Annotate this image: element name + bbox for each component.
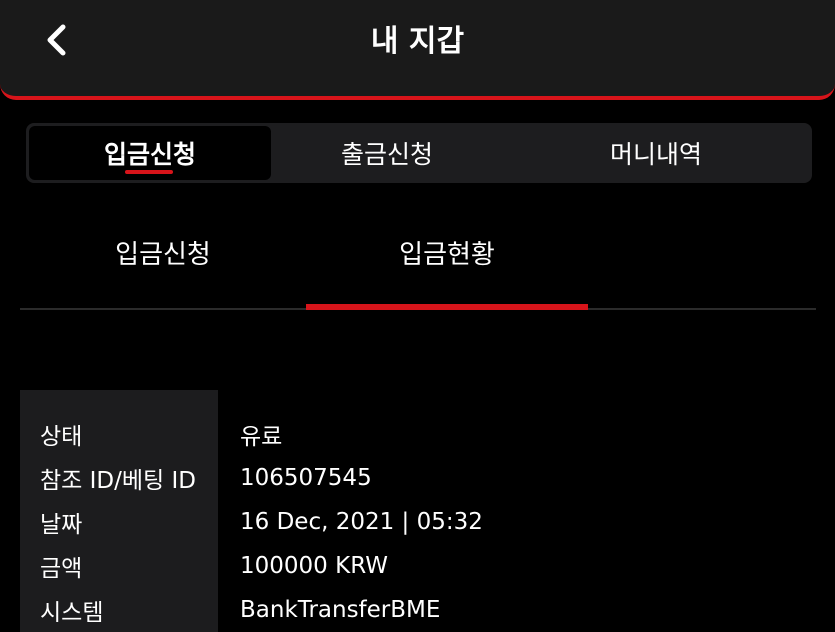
detail-label: 참조 ID/베팅 ID: [40, 468, 196, 494]
tab-label: 머니내역: [609, 140, 702, 169]
tab-label: 출금신청: [340, 140, 433, 169]
sub-tab-bar: 입금신청 입금현황: [20, 210, 816, 310]
detail-value: BankTransferBME: [240, 597, 441, 623]
wallet-page: 내 지갑 입금신청 출금신청 머니내역 입금신청 입금현황 상태 유료 참조 I…: [0, 0, 835, 632]
detail-value: 16 Dec, 2021 | 05:32: [240, 509, 483, 535]
detail-row-amount: 금액 100000 KRW: [20, 544, 816, 588]
deposit-details: 상태 유료 참조 ID/베팅 ID 106507545 날짜 16 Dec, 2…: [20, 390, 816, 632]
subtab-label: 입금신청: [115, 240, 211, 270]
detail-row-date: 날짜 16 Dec, 2021 | 05:32: [20, 500, 816, 544]
detail-label: 시스템: [40, 600, 104, 626]
tab-deposit-request[interactable]: 입금신청: [29, 126, 271, 180]
subtab-deposit-request[interactable]: 입금신청: [20, 210, 306, 308]
main-tab-bar: 입금신청 출금신청 머니내역: [26, 123, 812, 183]
tab-label: 입금신청: [103, 140, 196, 169]
subtab-deposit-status[interactable]: 입금현황: [306, 210, 588, 310]
subtab-label: 입금현황: [399, 240, 495, 270]
tab-money-history[interactable]: 머니내역: [503, 126, 809, 180]
detail-row-status: 상태 유료: [20, 412, 816, 456]
detail-value: 유료: [240, 424, 283, 450]
detail-value: 106507545: [240, 465, 372, 491]
detail-row-system: 시스템 BankTransferBME: [20, 588, 816, 632]
active-subtab-indicator: [306, 304, 588, 310]
detail-row-reference-id: 참조 ID/베팅 ID 106507545: [20, 456, 816, 500]
page-title: 내 지갑: [370, 24, 465, 59]
tab-withdrawal-request[interactable]: 출금신청: [271, 126, 503, 180]
active-tab-indicator: [125, 170, 173, 174]
detail-value: 100000 KRW: [240, 553, 388, 579]
detail-label: 상태: [40, 424, 83, 450]
detail-label: 금액: [40, 556, 83, 582]
header-bar: 내 지갑: [0, 0, 835, 100]
detail-label: 날짜: [40, 512, 83, 538]
